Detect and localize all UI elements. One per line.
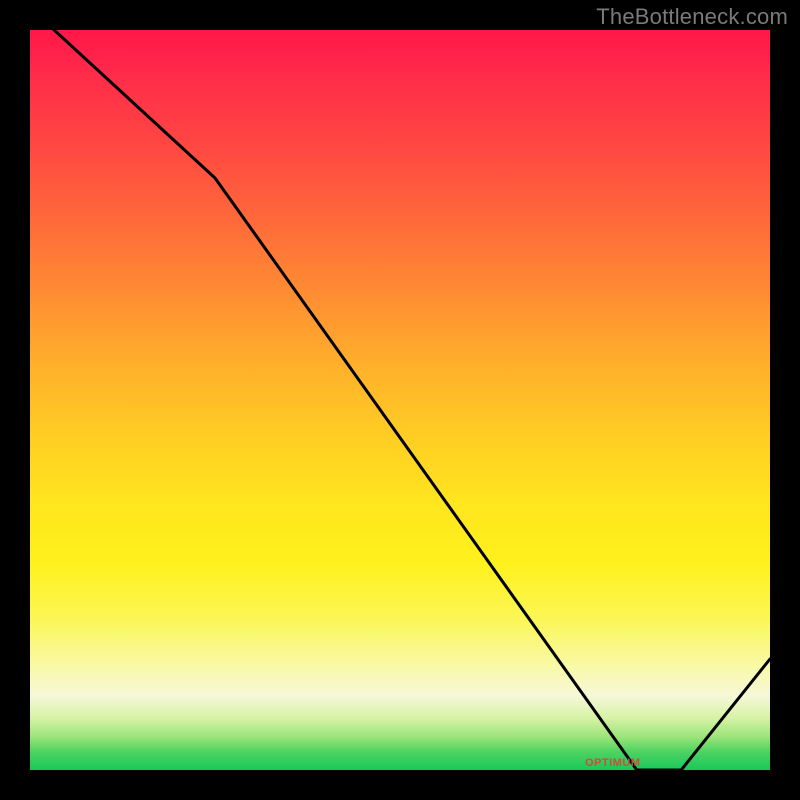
curve-path	[30, 30, 770, 770]
optimum-label: OPTIMUM	[585, 757, 640, 769]
bottleneck-curve: OPTIMUM	[30, 30, 770, 770]
watermark-text: TheBottleneck.com	[596, 4, 788, 30]
chart-frame: TheBottleneck.com OPTIMUM	[0, 0, 800, 800]
plot-area: OPTIMUM	[30, 30, 770, 770]
